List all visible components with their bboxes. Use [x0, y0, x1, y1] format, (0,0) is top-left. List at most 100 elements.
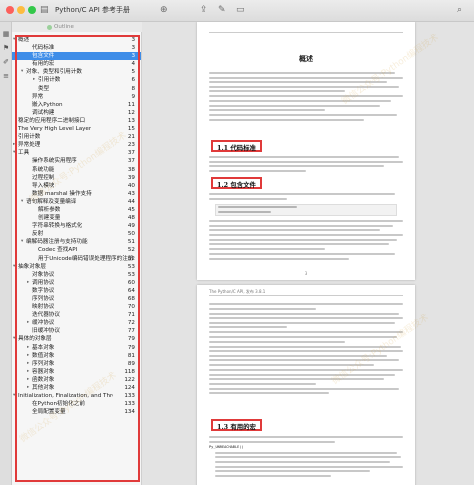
outline-item[interactable]: 迭代器协议 71 — [12, 311, 141, 319]
outline-item[interactable]: 全局配置变量 134 — [12, 408, 141, 416]
outline-item[interactable]: 解析参数 45 — [12, 206, 141, 214]
outline-item[interactable]: 导入模块 40 — [12, 182, 141, 190]
outline-item[interactable]: ▸ 基本对象 79 — [12, 344, 141, 352]
chevron-down-icon[interactable]: ▾ — [13, 149, 15, 157]
outline-item[interactable]: ▸ 其他对象 124 — [12, 384, 141, 392]
outline-item[interactable]: ▸ 数值对象 81 — [12, 352, 141, 360]
share-icon[interactable]: ⇪ — [200, 5, 208, 16]
chevron-right-icon[interactable]: ▸ — [27, 352, 29, 360]
outline-item[interactable]: ▸ 序列对象 89 — [12, 360, 141, 368]
section-include-files[interactable]: 1.2 包含文件 — [211, 177, 262, 189]
outline-item[interactable]: 字符串转换与格式化 49 — [12, 222, 141, 230]
chevron-right-icon[interactable]: ▸ — [27, 376, 29, 384]
outline-item[interactable]: 包含文件 3 — [12, 52, 141, 61]
section-useful-macros[interactable]: 1.3 有用的宏 — [211, 419, 262, 431]
outline-item[interactable]: ▸ 调用协议 60 — [12, 279, 141, 287]
zoom-icon[interactable]: ⊕ — [160, 5, 168, 16]
chevron-right-icon[interactable]: ▸ — [13, 141, 15, 149]
outline-item-page: 48 — [127, 215, 135, 222]
outline-item[interactable]: 稳定的应用程序二进制接口 13 — [12, 117, 141, 125]
chevron-down-icon[interactable]: ▾ — [21, 198, 23, 206]
outline-item-page: 37 — [127, 150, 135, 157]
outline-item-label: 其他对象 — [32, 385, 55, 392]
zoom-window-button[interactable] — [28, 6, 36, 14]
outline-item[interactable]: ▾ 工具 37 — [12, 149, 141, 157]
outline-item-page: 124 — [124, 385, 135, 392]
highlight-icon[interactable]: ✐ — [2, 58, 10, 66]
outline-item-page: 4 — [131, 61, 135, 68]
window-title: Python/C API 参考手册 — [55, 6, 131, 14]
chevron-down-icon[interactable]: ▾ — [13, 263, 15, 271]
outline-item[interactable]: 代码标准 3 — [12, 44, 141, 52]
outline-item[interactable]: ▾ 对象、类型和引用计数 5 — [12, 68, 141, 76]
chevron-right-icon[interactable]: ▸ — [27, 279, 29, 287]
outline-item[interactable]: Codec 查找API 52 — [12, 246, 141, 254]
outline-item[interactable]: ▸ 引用计数 6 — [12, 76, 141, 84]
outline-item[interactable]: 反射 50 — [12, 230, 141, 238]
outline-item[interactable]: ▸ 缓冲协议 72 — [12, 319, 141, 327]
chevron-right-icon[interactable]: ▸ — [27, 368, 29, 376]
outline-item[interactable]: ▸ 异常处理 23 — [12, 141, 141, 149]
chevron-right-icon[interactable]: ▸ — [33, 76, 35, 84]
lock-icon[interactable]: ▭ — [236, 5, 245, 16]
document-view[interactable]: 概述 1.1 代码标准 1.2 包含文件 3 The Python/C API,… — [142, 22, 474, 485]
outline-item[interactable]: 映射协议 70 — [12, 303, 141, 311]
outline-item-label: 基本对象 — [32, 344, 55, 351]
outline-item[interactable]: 引用计数 21 — [12, 133, 141, 141]
outline-item[interactable]: ▾ 语句解释及变量编译 44 — [12, 198, 141, 206]
outline-item[interactable]: 嵌入Python 11 — [12, 101, 141, 109]
chevron-down-icon[interactable]: ▾ — [21, 238, 23, 246]
close-window-button[interactable] — [6, 6, 14, 14]
outline-item[interactable]: The Very High Level Layer 15 — [12, 125, 141, 133]
thumbnail-icon[interactable]: ▦ — [2, 30, 10, 38]
section-code-standards[interactable]: 1.1 代码标准 — [211, 140, 262, 152]
chevron-down-icon[interactable]: ▾ — [13, 36, 15, 44]
outline-item-page: 39 — [127, 174, 135, 181]
outline-item-label: The Very High Level Layer — [18, 126, 92, 133]
chevron-right-icon[interactable]: ▸ — [27, 384, 29, 392]
outline-item[interactable]: 旧缓冲协议 77 — [12, 327, 141, 335]
outline-item[interactable]: 创建变量 48 — [12, 214, 141, 222]
outline-item[interactable]: 对象协议 53 — [12, 271, 141, 279]
outline-item-label: 字符串转换与格式化 — [32, 223, 83, 230]
outline-item[interactable]: 调试构建 12 — [12, 109, 141, 117]
bookmark-icon[interactable]: ⚑ — [2, 44, 10, 52]
outline-item[interactable]: ▾ 概述 3 — [12, 36, 141, 44]
outline-item-label: 过程控制 — [32, 174, 55, 181]
outline-item[interactable]: 操作系统实用程序 37 — [12, 157, 141, 165]
outline-item[interactable]: 数据 marshal 操作支持 43 — [12, 190, 141, 198]
search-icon[interactable]: ⌕ — [457, 5, 462, 16]
sidebar-toggle-icon[interactable]: ▤ — [40, 5, 49, 16]
outline-item[interactable]: 异常 9 — [12, 93, 141, 101]
chevron-right-icon[interactable]: ▸ — [27, 344, 29, 352]
outline-item[interactable]: 系统功能 38 — [12, 166, 141, 174]
outline-item[interactable]: ▾ 具体的对象层 79 — [12, 335, 141, 343]
note-icon[interactable]: ≡ — [2, 72, 10, 80]
outline-item[interactable]: ▾ 抽象对象层 53 — [12, 263, 141, 271]
outline-item[interactable]: ▾Initialization, Finalization, and Threa… — [12, 392, 141, 400]
outline-item[interactable]: 在Python初始化之前 133 — [12, 400, 141, 408]
outline-item[interactable]: 过程控制 39 — [12, 174, 141, 182]
chevron-right-icon[interactable]: ▸ — [27, 360, 29, 368]
outline-item-label: 异常 — [32, 93, 44, 100]
outline-item[interactable]: 数字协议 64 — [12, 287, 141, 295]
chevron-right-icon[interactable]: ▸ — [27, 319, 29, 327]
outline-item-page: 133 — [124, 393, 135, 400]
chevron-down-icon[interactable]: ▾ — [13, 335, 15, 343]
outline-item-label: 序列协议 — [32, 296, 55, 302]
outline-item[interactable]: ▾ 编解码器注册与支持功能 51 — [12, 238, 141, 246]
outline-item[interactable]: ▸ 函数对象 122 — [12, 376, 141, 384]
minimize-window-button[interactable] — [17, 6, 25, 14]
outline-item-label: 代码标准 — [32, 45, 55, 52]
outline-item[interactable]: 有用的宏 4 — [12, 60, 141, 68]
outline-item[interactable]: 用于Unicode编码错误处理程序的注册... 52 — [12, 255, 141, 263]
outline-item-page: 15 — [127, 126, 135, 133]
outline-item[interactable]: ▸ 容器对象 118 — [12, 368, 141, 376]
outline-item-label: 容器对象 — [32, 368, 55, 375]
chevron-down-icon[interactable]: ▾ — [13, 392, 15, 400]
outline-item[interactable]: 类型 8 — [12, 85, 141, 93]
annotate-icon[interactable]: ✎ — [218, 5, 226, 16]
chevron-down-icon[interactable]: ▾ — [21, 68, 23, 76]
outline-item[interactable]: 序列协议 68 — [12, 295, 141, 303]
outline-item-page: 122 — [124, 376, 135, 383]
